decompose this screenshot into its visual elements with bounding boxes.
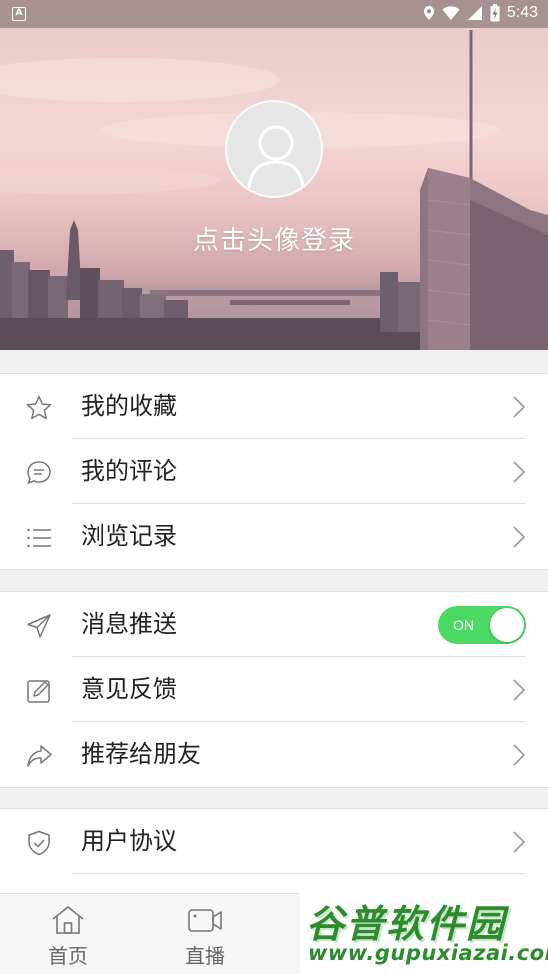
location-icon — [423, 6, 434, 20]
menu-item-comments[interactable]: 我的评论 — [0, 439, 548, 504]
chevron-right-icon — [513, 744, 526, 766]
clock: 5:43 — [506, 4, 538, 21]
nav-home[interactable]: 首页 — [28, 904, 108, 969]
shield-icon — [28, 830, 50, 856]
default-user-icon — [247, 125, 305, 189]
share-icon — [27, 745, 52, 767]
toggle-knob — [490, 608, 524, 642]
menu-item-label: 推荐给朋友 — [81, 740, 201, 768]
status-bar: A 5:43 — [0, 0, 548, 28]
menu-item-label: 浏览记录 — [81, 522, 177, 550]
menu-item-push-notifications: 消息推送 ON — [0, 592, 548, 657]
menu-group-personal: 我的收藏 我的评论 浏览记录 — [0, 373, 548, 570]
toggle-state-label: ON — [453, 617, 474, 633]
menu-item-label: 我的评论 — [81, 457, 177, 485]
home-icon — [52, 906, 84, 934]
menu-group-settings: 消息推送 ON 意见反馈 推荐给朋友 — [0, 591, 548, 788]
push-toggle[interactable]: ON — [438, 606, 526, 644]
notification-icon: A — [12, 7, 26, 21]
chevron-right-icon — [513, 396, 526, 418]
video-icon — [188, 909, 222, 932]
comment-icon — [27, 461, 51, 485]
profile-header: 点击头像登录 — [0, 0, 548, 350]
menu-item-feedback[interactable]: 意见反馈 — [0, 657, 548, 722]
avatar[interactable] — [225, 100, 323, 198]
battery-icon — [490, 4, 500, 22]
menu-item-label: 意见反馈 — [81, 675, 177, 703]
list-icon — [27, 528, 51, 548]
signal-icon — [467, 6, 482, 20]
watermark-url: www.gupuxiazai.com — [308, 941, 548, 965]
menu-item-history[interactable]: 浏览记录 — [0, 504, 548, 569]
menu-item-recommend[interactable]: 推荐给朋友 — [0, 722, 548, 787]
menu-item-label: 我的收藏 — [81, 392, 177, 420]
watermark-logo-text: 谷普软件园 — [306, 902, 507, 946]
menu-item-label: 消息推送 — [81, 610, 177, 638]
chevron-right-icon — [513, 831, 526, 853]
chevron-right-icon — [513, 679, 526, 701]
chevron-right-icon — [513, 526, 526, 548]
login-prompt[interactable]: 点击头像登录 — [0, 220, 548, 257]
menu-item-favorites[interactable]: 我的收藏 — [0, 374, 548, 439]
watermark: 谷普软件园 www.gupuxiazai.com — [300, 887, 548, 974]
chevron-right-icon — [513, 461, 526, 483]
wifi-icon — [442, 5, 460, 20]
nav-live[interactable]: 直播 — [165, 904, 245, 969]
send-icon — [27, 614, 51, 638]
star-icon — [26, 395, 52, 420]
nav-home-label: 首页 — [48, 944, 88, 968]
menu-item-user-agreement[interactable]: 用户协议 — [0, 809, 548, 874]
menu-item-label: 用户协议 — [81, 827, 177, 855]
edit-icon — [27, 680, 50, 703]
nav-live-label: 直播 — [185, 944, 225, 968]
